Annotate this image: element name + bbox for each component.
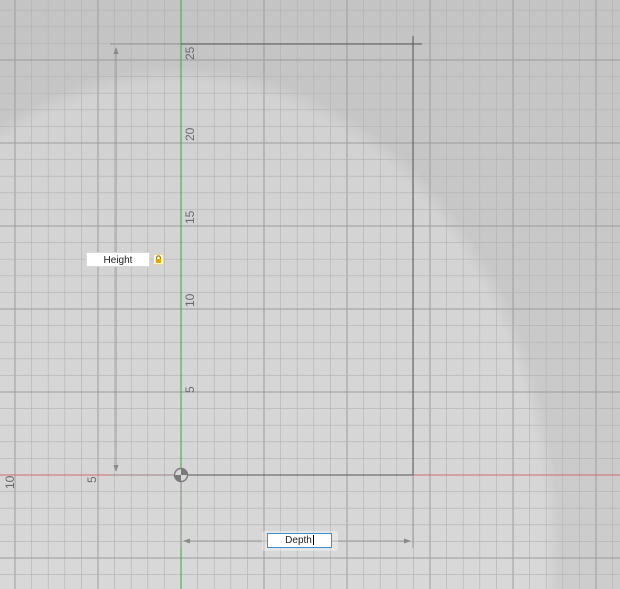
sketch-canvas[interactable]: 25 20 15 10 5 10 5 Height Depth [0,0,620,589]
origin-point-icon[interactable] [173,467,189,483]
height-dimension-input[interactable]: Height [86,252,150,267]
depth-dimension-label: Depth [285,535,312,546]
depth-arrow-left [183,538,190,544]
depth-dimension-input[interactable]: Depth [267,533,332,548]
y-tick-25: 25 [183,46,197,60]
height-arrow-bottom [113,465,119,472]
y-tick-5: 5 [183,386,197,393]
y-tick-10: 10 [183,293,197,307]
text-caret [312,535,314,546]
depth-arrow-right [404,538,411,544]
height-arrow-top [113,47,119,54]
y-tick-15: 15 [183,210,197,224]
sketch-grid [0,0,620,589]
x-tick-10: 10 [3,475,17,489]
height-dimension-label: Height [103,255,133,266]
lock-icon[interactable] [153,254,164,265]
y-tick-20: 20 [183,127,197,141]
x-tick-5: 5 [85,476,99,483]
